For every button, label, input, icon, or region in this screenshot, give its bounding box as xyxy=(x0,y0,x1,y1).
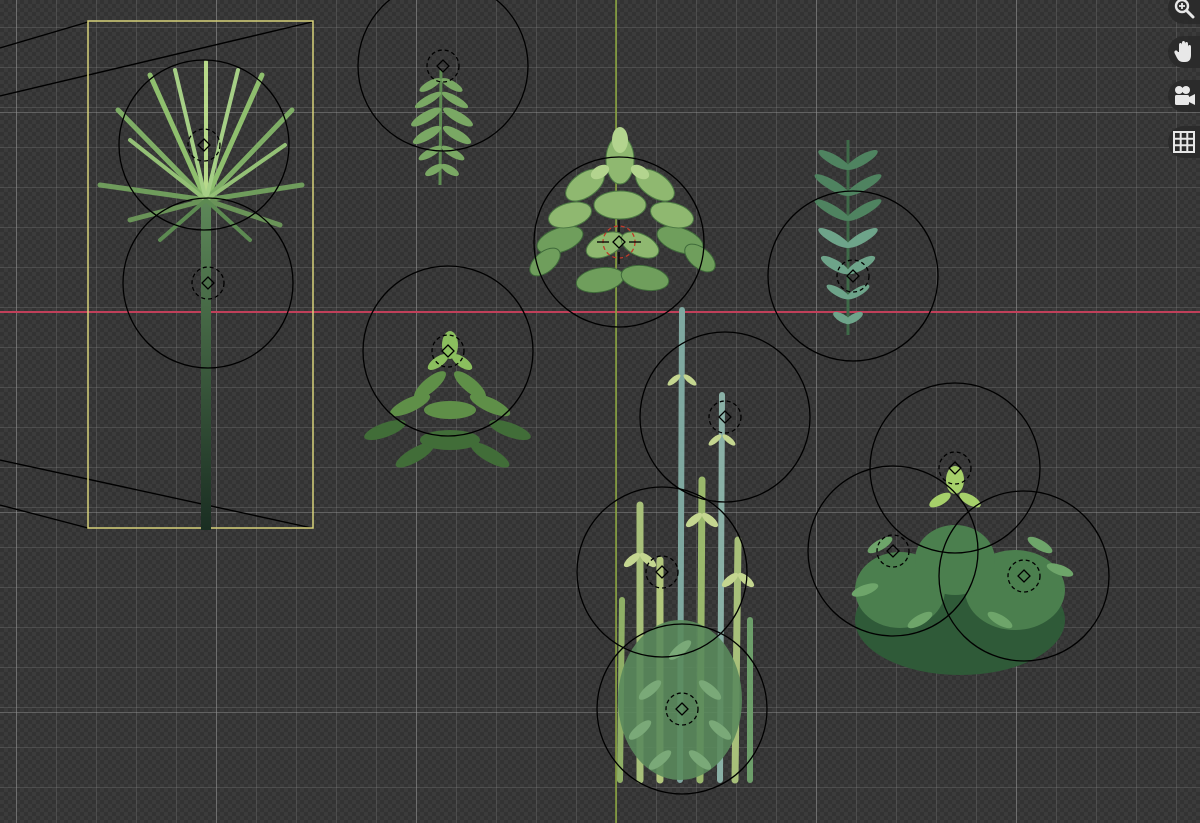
camera-frustum xyxy=(0,21,313,529)
origin-marker[interactable] xyxy=(708,400,742,434)
zoom-button[interactable] xyxy=(1168,0,1200,24)
pan-button[interactable] xyxy=(1168,36,1200,68)
selection-bounding-box xyxy=(87,20,314,529)
origin-marker[interactable] xyxy=(426,49,460,83)
plant-low-shrub[interactable] xyxy=(362,331,533,472)
plant-small-fern[interactable] xyxy=(409,69,475,186)
grid-toggle-icon xyxy=(1173,131,1195,153)
camera-view-icon xyxy=(1175,86,1195,105)
viewport-3d[interactable] xyxy=(0,0,1200,823)
plant-succulent-cluster[interactable] xyxy=(525,127,720,296)
zoom-magnifier-icon xyxy=(1174,0,1195,19)
pan-hand-icon xyxy=(1174,41,1191,62)
plant-bush-cluster[interactable] xyxy=(850,466,1075,675)
camera-view-button[interactable] xyxy=(1168,80,1200,112)
plant-hanging-fern[interactable] xyxy=(812,140,884,335)
grid-toggle-button[interactable] xyxy=(1168,126,1200,158)
plant-fan-palm[interactable] xyxy=(97,60,305,530)
viewport-navigation-toolbar xyxy=(1164,0,1200,165)
